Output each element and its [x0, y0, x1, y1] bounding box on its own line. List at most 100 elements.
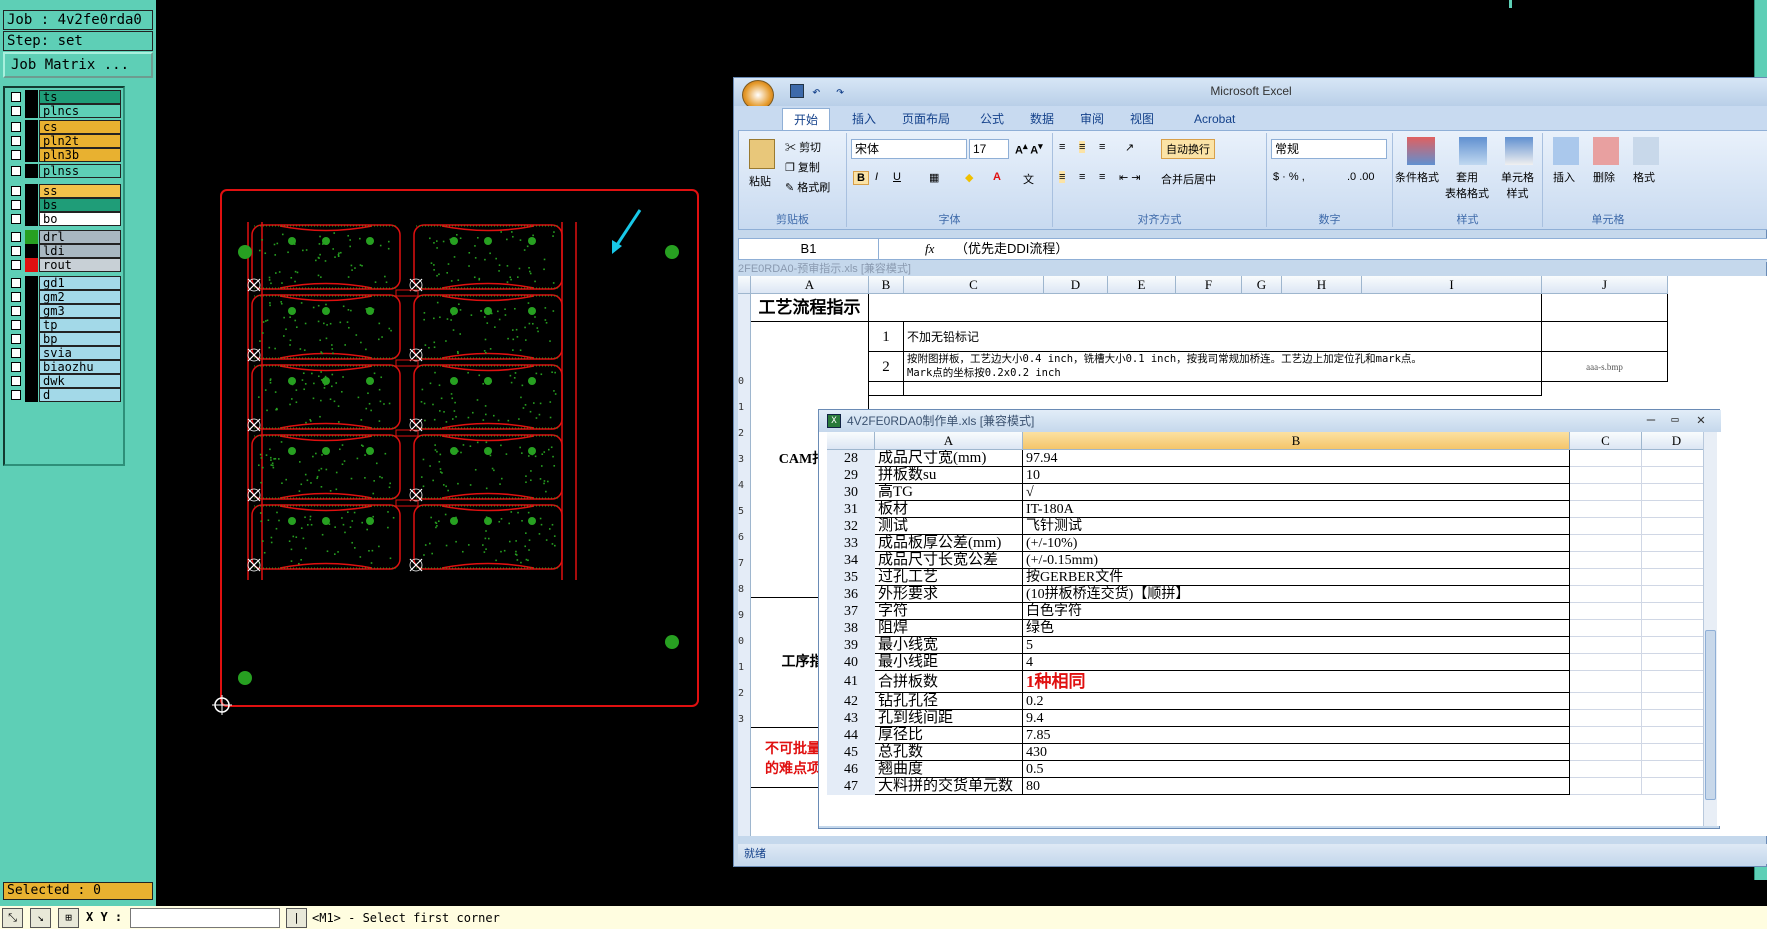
layer-checkbox[interactable]: [11, 260, 21, 270]
cell-d[interactable]: [1642, 778, 1712, 795]
conditional-format-button[interactable]: 条件格式: [1395, 169, 1439, 185]
cell-c[interactable]: [1570, 569, 1642, 586]
item1-text[interactable]: 不加无铅标记: [904, 322, 1542, 352]
cell-a[interactable]: 板材: [875, 501, 1023, 518]
layer-checkbox[interactable]: [11, 136, 21, 146]
cut-button[interactable]: ✂ 剪切: [785, 139, 821, 155]
cell-c[interactable]: [1570, 450, 1642, 467]
b1-cell[interactable]: [869, 294, 1542, 322]
child-col-d[interactable]: D: [1642, 432, 1712, 450]
row-number[interactable]: 47: [827, 778, 875, 795]
layer-row-bs[interactable]: bs: [9, 198, 121, 212]
col-header-d[interactable]: D: [1044, 276, 1108, 294]
col-header-e[interactable]: E: [1108, 276, 1176, 294]
layer-row-drl[interactable]: drl: [9, 230, 121, 244]
formula-input[interactable]: （优先走DDI流程）: [955, 239, 1755, 259]
underline-button[interactable]: U: [893, 171, 901, 183]
cell-a[interactable]: 过孔工艺: [875, 569, 1023, 586]
cell-d[interactable]: [1642, 569, 1712, 586]
align-top-icon[interactable]: ≡: [1059, 141, 1065, 153]
row-number[interactable]: 35: [827, 569, 875, 586]
restore-icon[interactable]: ▭: [1665, 412, 1685, 430]
tab-view[interactable]: 视图: [1130, 108, 1154, 130]
cell-d[interactable]: [1642, 710, 1712, 727]
cell-d[interactable]: [1642, 586, 1712, 603]
layer-row-gm2[interactable]: gm2: [9, 290, 121, 304]
row-number[interactable]: 36: [827, 586, 875, 603]
cell-d[interactable]: [1642, 535, 1712, 552]
layer-checkbox[interactable]: [11, 362, 21, 372]
child-scroll-thumb[interactable]: [1705, 630, 1716, 800]
cad-canvas[interactable]: [150, 180, 720, 740]
col-header-i[interactable]: I: [1362, 276, 1542, 294]
j1-cell[interactable]: [1542, 294, 1668, 322]
orientation-icon[interactable]: ↗: [1125, 141, 1134, 154]
cell-d[interactable]: [1642, 654, 1712, 671]
cell-d[interactable]: [1642, 671, 1712, 693]
j2-cell[interactable]: [1542, 322, 1668, 352]
col-header-f[interactable]: F: [1176, 276, 1242, 294]
indent-icon[interactable]: ⇤ ⇥: [1119, 171, 1141, 184]
delete-cells-button[interactable]: 删除: [1593, 169, 1615, 185]
layer-checkbox[interactable]: [11, 150, 21, 160]
layer-checkbox[interactable]: [11, 348, 21, 358]
wrap-text-button[interactable]: 自动换行: [1161, 139, 1215, 159]
cell-c[interactable]: [1570, 654, 1642, 671]
insert-cells-button[interactable]: 插入: [1553, 169, 1575, 185]
paste-icon[interactable]: [749, 139, 775, 169]
cell-c[interactable]: [1570, 484, 1642, 501]
align-right-icon[interactable]: ≡: [1099, 171, 1105, 183]
cell-a[interactable]: 钻孔孔径: [875, 693, 1023, 710]
cell-c[interactable]: [1570, 501, 1642, 518]
grow-font-icon[interactable]: A▴ A▾: [1015, 141, 1043, 157]
format-cells-button[interactable]: 格式: [1633, 169, 1655, 185]
phonetic-icon[interactable]: 文: [1023, 171, 1034, 187]
row-number[interactable]: 39: [827, 637, 875, 654]
layer-checkbox[interactable]: [11, 92, 21, 102]
item2-text[interactable]: 按附图拼板，工艺边大小0.4 inch，铣槽大小0.1 inch，按我司常规加桥…: [904, 352, 1542, 382]
tab-insert[interactable]: 插入: [852, 108, 876, 130]
layer-row-bo[interactable]: bo: [9, 212, 121, 226]
layer-row-ss[interactable]: ss: [9, 184, 121, 198]
row-number[interactable]: 38: [827, 620, 875, 637]
cell-b[interactable]: 飞针测试: [1023, 518, 1570, 535]
cell-b[interactable]: 7.85: [1023, 727, 1570, 744]
format-painter-button[interactable]: ✎ 格式刷: [785, 179, 830, 195]
cell-a[interactable]: 成品尺寸宽(mm): [875, 450, 1023, 467]
cell-a[interactable]: 翘曲度: [875, 761, 1023, 778]
cell-b[interactable]: 430: [1023, 744, 1570, 761]
tab-review[interactable]: 审阅: [1080, 108, 1104, 130]
copy-button[interactable]: ❐ 复制: [785, 159, 820, 175]
cell-styles-icon[interactable]: [1505, 137, 1533, 165]
cell-a[interactable]: 孔到线间距: [875, 710, 1023, 727]
cell-c[interactable]: [1570, 671, 1642, 693]
number-format-select[interactable]: 常规: [1271, 139, 1387, 159]
table-format-button[interactable]: 套用 表格格式: [1445, 169, 1489, 201]
cell-c[interactable]: [1570, 535, 1642, 552]
layer-row-tp[interactable]: tp: [9, 318, 121, 332]
cell-b[interactable]: 97.94: [1023, 450, 1570, 467]
xy-input[interactable]: [130, 908, 280, 928]
cell-b[interactable]: 绿色: [1023, 620, 1570, 637]
align-bottom-icon[interactable]: ≡: [1099, 141, 1105, 153]
layer-row-biaozhu[interactable]: biaozhu: [9, 360, 121, 374]
decimal-icon[interactable]: .0 .00: [1347, 171, 1375, 183]
layer-row-bp[interactable]: bp: [9, 332, 121, 346]
cell-a[interactable]: 大料拼的交货单元数: [875, 778, 1023, 795]
font-name-select[interactable]: 宋体: [851, 139, 967, 159]
currency-icon[interactable]: $ · % ,: [1273, 171, 1305, 183]
row-number[interactable]: 42: [827, 693, 875, 710]
cell-b[interactable]: 4: [1023, 654, 1570, 671]
col-header-j[interactable]: J: [1542, 276, 1668, 294]
cell-c[interactable]: [1570, 637, 1642, 654]
item2-no[interactable]: 2: [869, 352, 904, 382]
layer-row-cs[interactable]: cs: [9, 120, 121, 134]
align-left-icon[interactable]: ≡: [1059, 171, 1066, 183]
layer-row-plncs[interactable]: plncs: [9, 104, 121, 118]
close-icon[interactable]: ✕: [1691, 412, 1711, 430]
cell-b[interactable]: (10拼板桥连交货)【顺拼】: [1023, 586, 1570, 603]
item3-no[interactable]: [869, 382, 904, 396]
row-number[interactable]: 37: [827, 603, 875, 620]
layer-checkbox[interactable]: [11, 186, 21, 196]
cell-b[interactable]: (+/-0.15mm): [1023, 552, 1570, 569]
